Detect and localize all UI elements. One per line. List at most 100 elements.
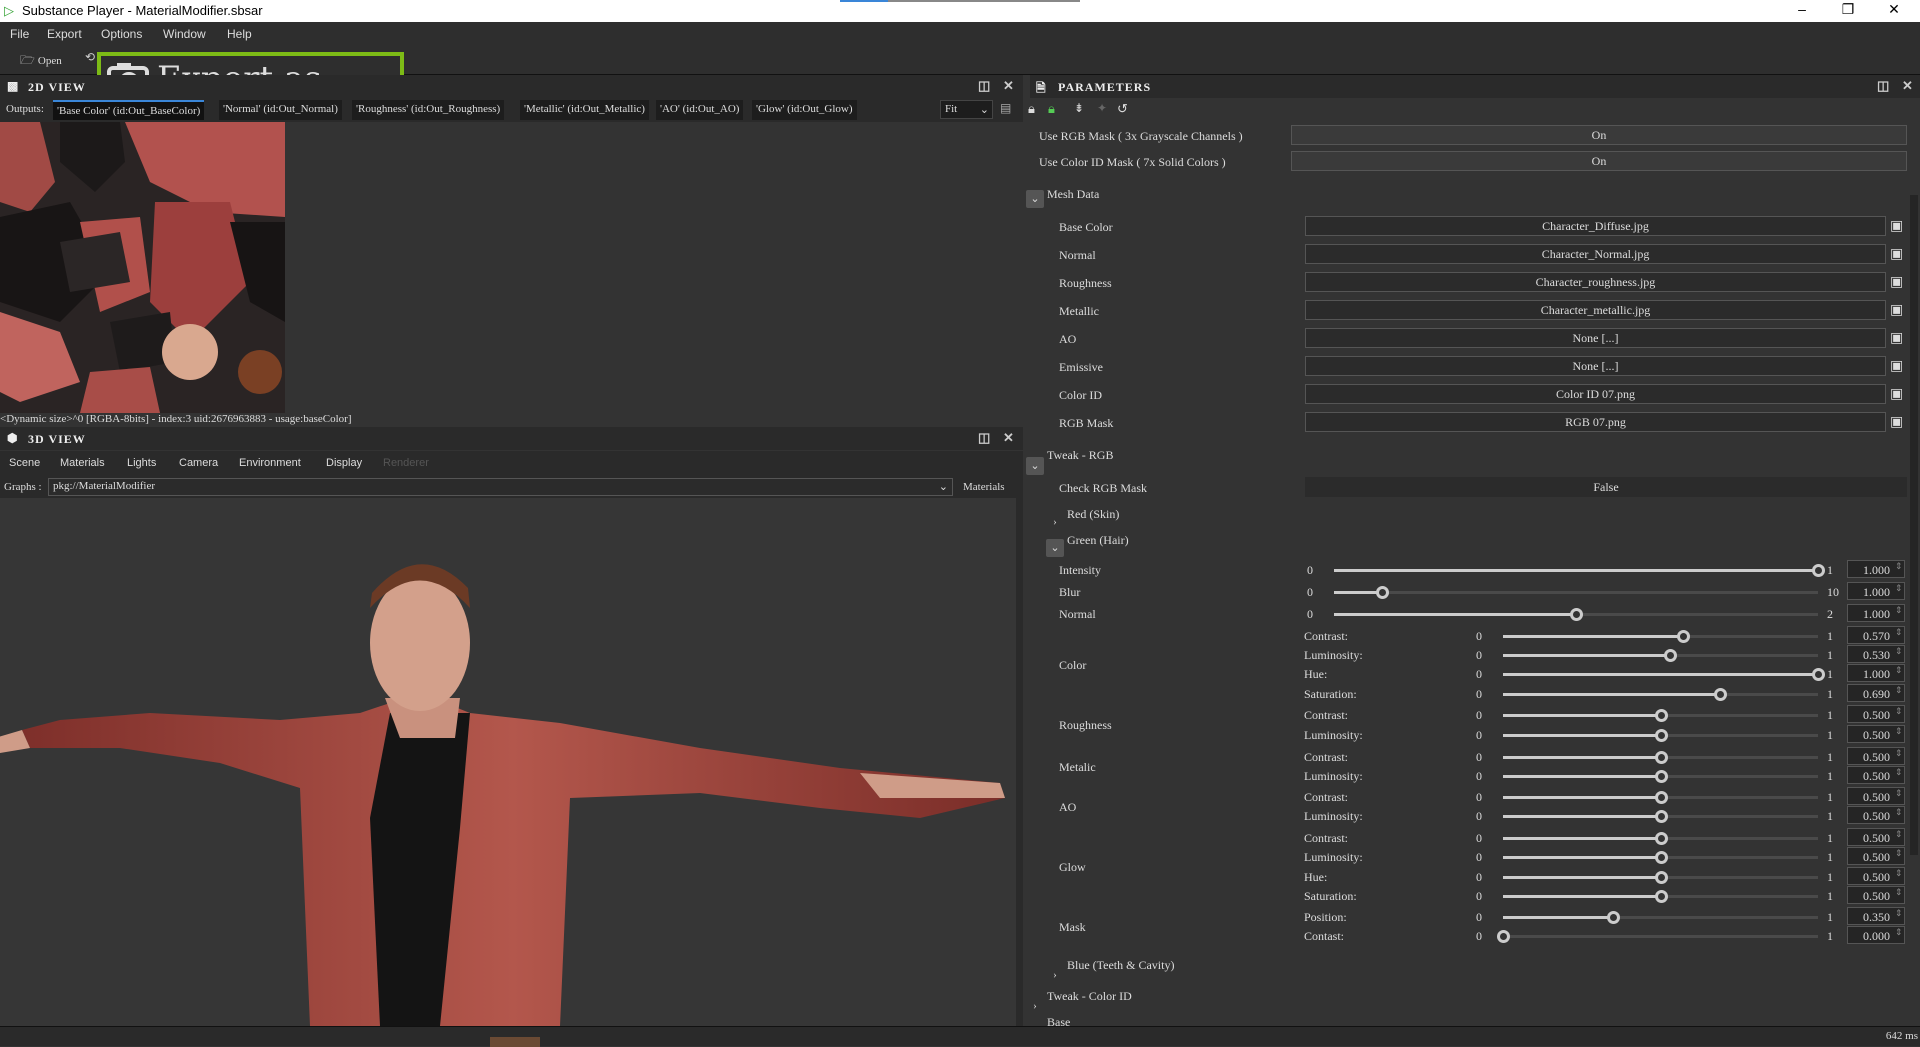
tab-display[interactable]: Display: [326, 457, 362, 469]
slider-handle[interactable]: [1676, 630, 1690, 643]
output-tab[interactable]: 'Normal' (id:Out_Normal): [219, 100, 342, 120]
slider-track[interactable]: [1503, 709, 1818, 722]
spinner-icon[interactable]: ⇕: [1895, 848, 1903, 859]
undock-icon[interactable]: ◫: [978, 430, 991, 446]
slider-handle[interactable]: [1663, 649, 1677, 662]
image-picker-icon[interactable]: ▣: [1890, 330, 1903, 347]
close-panel-icon[interactable]: ✕: [1902, 78, 1914, 94]
slider-track[interactable]: [1503, 911, 1818, 924]
slider-handle[interactable]: [1654, 832, 1668, 845]
tab-environment[interactable]: Environment: [239, 457, 301, 469]
tab-renderer[interactable]: Renderer: [383, 457, 429, 469]
pin-icon[interactable]: ✦: [1097, 101, 1107, 116]
close-panel-icon[interactable]: ✕: [1003, 78, 1015, 94]
slider-handle[interactable]: [1654, 751, 1668, 764]
mesh-input-field[interactable]: Color ID 07.png: [1305, 384, 1886, 404]
spinner-icon[interactable]: ⇕: [1895, 685, 1903, 696]
slider-track[interactable]: [1503, 832, 1818, 845]
slider-track[interactable]: [1503, 871, 1818, 884]
blue-chevron-icon[interactable]: ›: [1046, 966, 1064, 984]
tweak-rgb-chevron-icon[interactable]: ⌄: [1026, 457, 1044, 475]
slider-track[interactable]: [1497, 930, 1818, 943]
tab-camera[interactable]: Camera: [179, 457, 218, 469]
slider-handle[interactable]: [1654, 709, 1668, 722]
spinner-icon[interactable]: ⇕: [1895, 748, 1903, 759]
slider-handle[interactable]: [1654, 729, 1668, 742]
splitter-handle[interactable]: [1016, 498, 1023, 1026]
spinner-icon[interactable]: ⇕: [1895, 829, 1903, 840]
3d-viewport[interactable]: [0, 498, 1016, 1026]
output-tab[interactable]: 'Glow' (id:Out_Glow): [752, 100, 857, 120]
reload-icon[interactable]: ⟲: [85, 50, 95, 65]
spinner-icon[interactable]: ⇕: [1895, 887, 1903, 898]
slider-handle[interactable]: [1812, 668, 1825, 681]
slider-handle[interactable]: [1714, 688, 1728, 701]
mesh-input-field[interactable]: RGB 07.png: [1305, 412, 1886, 432]
slider-handle[interactable]: [1570, 608, 1583, 621]
channels-icon[interactable]: ▤: [1000, 101, 1011, 116]
mesh-input-field[interactable]: Character_roughness.jpg: [1305, 272, 1886, 292]
image-picker-icon[interactable]: ▣: [1890, 414, 1903, 431]
slider-track[interactable]: [1503, 729, 1818, 742]
menu-export[interactable]: Export: [47, 27, 82, 41]
output-tab[interactable]: 'Base Color' (id:Out_BaseColor): [53, 100, 205, 120]
materials-button[interactable]: Materials: [963, 481, 1005, 493]
slider-handle[interactable]: [1654, 791, 1668, 804]
spinner-icon[interactable]: ⇕: [1895, 627, 1903, 638]
slider-handle[interactable]: [1497, 930, 1510, 943]
slider-handle[interactable]: [1376, 586, 1390, 599]
mesh-input-field[interactable]: Character_Normal.jpg: [1305, 244, 1886, 264]
slider-handle[interactable]: [1654, 851, 1668, 864]
reset-icon[interactable]: ↺: [1117, 101, 1128, 117]
spinner-icon[interactable]: ⇕: [1895, 868, 1903, 879]
image-picker-icon[interactable]: ▣: [1890, 358, 1903, 375]
spinner-icon[interactable]: ⇕: [1895, 927, 1903, 938]
slider-track[interactable]: [1503, 791, 1818, 804]
spinner-icon[interactable]: ⇕: [1895, 646, 1903, 657]
minimize-button[interactable]: –: [1782, 1, 1822, 17]
image-picker-icon[interactable]: ▣: [1890, 302, 1903, 319]
slider-handle[interactable]: [1654, 871, 1668, 884]
slider-track[interactable]: [1334, 608, 1818, 621]
slider-track[interactable]: [1503, 770, 1818, 783]
spinner-icon[interactable]: ⇕: [1895, 767, 1903, 778]
check-rgb-mask-field[interactable]: False: [1305, 477, 1907, 497]
spinner-icon[interactable]: ⇕: [1895, 706, 1903, 717]
slider-track[interactable]: [1503, 688, 1818, 701]
undock-icon[interactable]: ◫: [978, 78, 991, 94]
slider-track[interactable]: [1503, 851, 1818, 864]
image-picker-icon[interactable]: ▣: [1890, 386, 1903, 403]
parameters-scrollbar[interactable]: [1910, 195, 1918, 855]
slider-track[interactable]: [1334, 564, 1825, 577]
mesh-input-field[interactable]: Character_metallic.jpg: [1305, 300, 1886, 320]
menu-window[interactable]: Window: [163, 27, 206, 41]
menu-help[interactable]: Help: [227, 27, 252, 41]
mesh-data-chevron-icon[interactable]: ⌄: [1026, 190, 1044, 208]
image-picker-icon[interactable]: ▣: [1890, 246, 1903, 263]
toggle-0[interactable]: On: [1291, 125, 1907, 145]
slider-track[interactable]: [1503, 668, 1825, 681]
tab-scene[interactable]: Scene: [9, 457, 40, 469]
image-picker-icon[interactable]: ▣: [1890, 218, 1903, 235]
zoom-select[interactable]: Fit ⌄: [940, 100, 993, 119]
tab-materials[interactable]: Materials: [60, 457, 105, 469]
spinner-icon[interactable]: ⇕: [1895, 561, 1903, 572]
menu-file[interactable]: File: [10, 27, 29, 41]
tweak-color-id-chevron-icon[interactable]: ›: [1026, 997, 1044, 1015]
spinner-icon[interactable]: ⇕: [1895, 807, 1903, 818]
pin-add-icon[interactable]: ⇟: [1074, 101, 1084, 116]
lock-icon[interactable]: 🔒︎: [1028, 101, 1035, 117]
graph-select[interactable]: pkg://MaterialModifier ⌄: [48, 478, 953, 496]
slider-track[interactable]: [1503, 649, 1818, 662]
slider-handle[interactable]: [1654, 810, 1668, 823]
mesh-input-field[interactable]: None [...]: [1305, 356, 1886, 376]
maximize-button[interactable]: ❐: [1828, 1, 1868, 18]
close-button[interactable]: ✕: [1874, 1, 1914, 18]
mesh-input-field[interactable]: None [...]: [1305, 328, 1886, 348]
toggle-1[interactable]: On: [1291, 151, 1907, 171]
slider-track[interactable]: [1503, 751, 1818, 764]
spinner-icon[interactable]: ⇕: [1895, 726, 1903, 737]
red-chevron-icon[interactable]: ›: [1046, 513, 1064, 531]
lock-link-icon[interactable]: 🔒︎: [1048, 101, 1055, 117]
slider-handle[interactable]: [1654, 770, 1668, 783]
